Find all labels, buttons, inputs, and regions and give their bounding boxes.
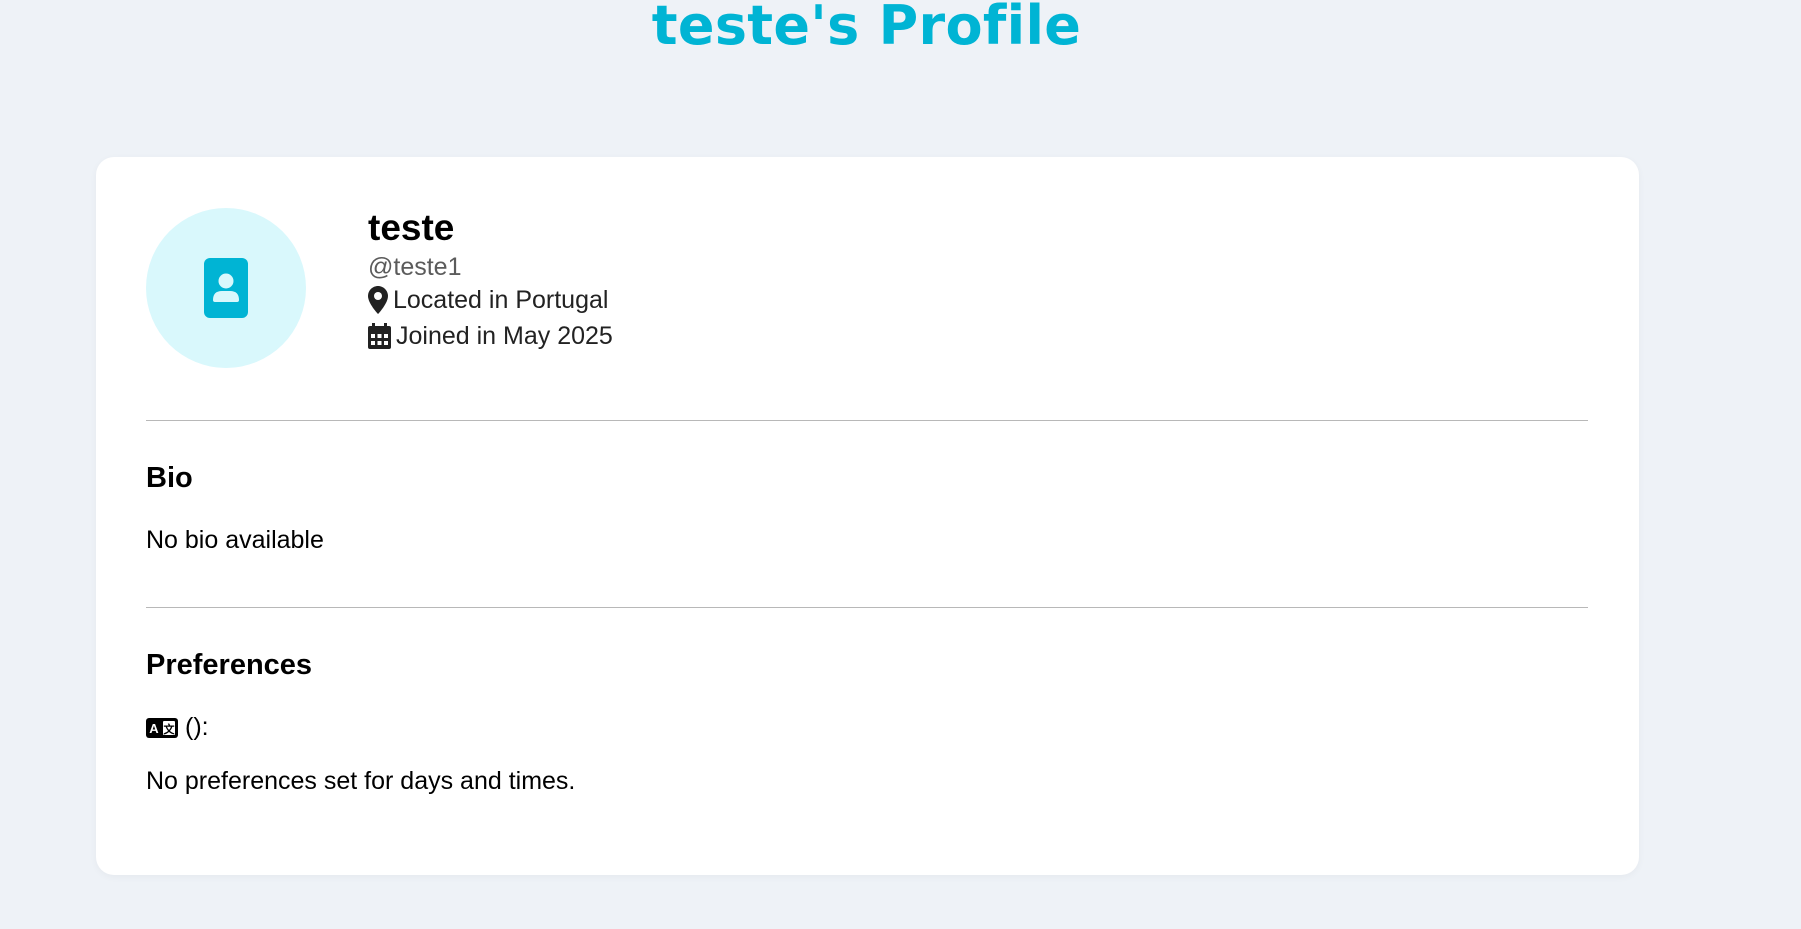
contact-card-icon	[204, 258, 248, 318]
bio-heading: Bio	[146, 462, 193, 494]
location-text: Located in Portugal	[393, 286, 609, 314]
divider	[146, 420, 1588, 421]
divider	[146, 607, 1588, 608]
preferences-heading: Preferences	[146, 649, 313, 681]
language-preference: A 文 ():	[146, 713, 209, 742]
joined-row: Joined in May 2025	[368, 318, 613, 354]
calendar-icon	[368, 323, 391, 349]
location-row: Located in Portugal	[368, 282, 613, 318]
profile-info: teste @teste1 Located in Portugal Joined…	[368, 207, 613, 354]
display-name: teste	[368, 207, 455, 248]
language-translate-icon: A 文	[146, 717, 178, 738]
svg-text:A: A	[149, 721, 159, 736]
page-title: teste's Profile	[651, 0, 1082, 57]
language-text: ():	[185, 713, 209, 741]
bio-text: No bio available	[146, 526, 324, 554]
avatar	[146, 208, 306, 368]
profile-card: teste @teste1 Located in Portugal Joined…	[96, 157, 1639, 875]
svg-text:文: 文	[164, 722, 176, 736]
joined-text: Joined in May 2025	[396, 322, 613, 350]
map-pin-icon	[368, 286, 388, 314]
username: @teste1	[368, 253, 462, 281]
schedule-preference-text: No preferences set for days and times.	[146, 767, 576, 795]
